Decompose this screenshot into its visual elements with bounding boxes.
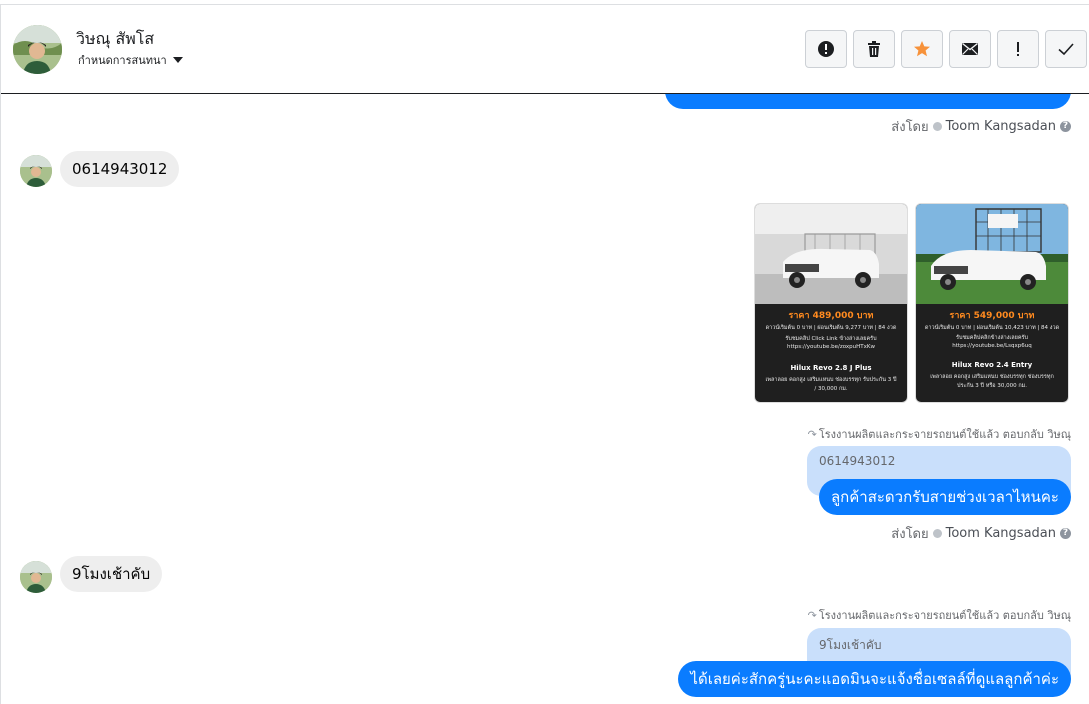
mail-icon (962, 42, 978, 55)
contact-name: วิษณุ สัพโส (76, 29, 155, 48)
car-detail-line: https://youtube.be/Lsqxp6uq (952, 343, 1032, 349)
car-photo (755, 204, 907, 304)
agent-message-bubble: ได้เลยค่ะสักครู่นะคะแอดมินจะแจ้งชื่อเซลล… (678, 661, 1071, 697)
help-icon[interactable]: ? (1060, 121, 1071, 132)
mark-unread-button[interactable] (949, 30, 991, 68)
car-image-attachment[interactable]: ราคา 549,000 บาท ดาวน์เริ่มต้น 0 บาท | ผ… (915, 203, 1069, 403)
car-detail-line: ประกัน 3 ปี หรือ 30,000 กม. (956, 383, 1028, 389)
sent-by-label: ส่งโดย Toom Kangsadan ? (891, 523, 1071, 544)
check-icon (1058, 43, 1074, 56)
agent-dot-icon (932, 122, 942, 131)
car-detail-line: https://youtube.be/zoxpuHTxKw (787, 344, 875, 350)
trash-icon (868, 41, 880, 57)
alert-circle-icon (818, 41, 834, 57)
star-icon (914, 41, 930, 57)
sent-by-prefix: ส่งโดย (891, 120, 929, 135)
car-detail-line: ดาวน์เริ่มต้น 0 บาท | ผ่อนเริ่มต้น 10,42… (924, 325, 1060, 331)
exclamation-icon (1017, 42, 1019, 56)
follow-up-button[interactable] (997, 30, 1039, 68)
car-model: Hilux Revo 2.4 Entry (951, 361, 1033, 369)
car-price: ราคา 549,000 บาท (949, 311, 1035, 321)
help-icon[interactable]: ? (1060, 528, 1071, 539)
mark-done-button[interactable] (1045, 30, 1087, 68)
car-image-attachment[interactable]: ราคา 489,000 บาท ดาวน์เริ่มต้น 0 บาท | ผ… (754, 203, 908, 403)
car-detail-line: รับชมคลิป Click Link ข้างล่างเลยครับ (785, 336, 877, 342)
customer-message-bubble: 0614943012 (60, 151, 180, 187)
customer-avatar[interactable] (20, 155, 52, 187)
contact-avatar[interactable] (13, 25, 62, 74)
mark-spam-button[interactable] (805, 30, 847, 68)
car-model: Hilux Revo 2.8 J Plus (790, 364, 872, 372)
assign-label: กำหนดการสนทนา (78, 54, 167, 67)
sent-by-prefix: ส่งโดย (891, 527, 929, 542)
customer-avatar[interactable] (20, 561, 52, 593)
car-price: ราคา 489,000 บาท (788, 311, 874, 321)
conversation-header: วิษณุ สัพโส กำหนดการสนทนา (1, 5, 1089, 94)
reply-context-text: โรงงานผลิตและกระจายรถยนต์ใช้แล้ว ตอบกลับ… (818, 428, 1071, 441)
assign-conversation-dropdown[interactable]: กำหนดการสนทนา (78, 51, 183, 69)
reply-arrow-icon: ↷ (807, 427, 817, 441)
agent-message-bubble: ลูกค้าสะดวกรับสายช่วงเวลาไหนคะ (818, 479, 1071, 515)
agent-dot-icon (932, 529, 942, 538)
sent-by-label: ส่งโดย Toom Kangsadan ? (891, 116, 1071, 137)
reply-arrow-icon: ↷ (807, 608, 817, 622)
star-button[interactable] (901, 30, 943, 68)
inbox-conversation-panel: วิษณุ สัพโส กำหนดการสนทนา ส่งโดย Toom Ka… (0, 4, 1089, 704)
car-photo (916, 204, 1068, 304)
customer-message-bubble: 9โมงเช้าคับ (60, 556, 163, 592)
car-detail-line: ดาวน์เริ่มต้น 0 บาท | ผ่อนเริ่มต้น 9,277… (765, 325, 897, 331)
car-detail-line: เพลาลอย คอกสูง เสริมแหนบ ช่องบรรทุก ช่อง… (930, 374, 1054, 380)
agent-name[interactable]: Toom Kangsadan (946, 526, 1056, 541)
chevron-down-icon (172, 57, 183, 63)
reply-context-text: โรงงานผลิตและกระจายรถยนต์ใช้แล้ว ตอบกลับ… (818, 609, 1071, 622)
reply-context-note: ↷ โรงงานผลิตและกระจายรถยนต์ใช้แล้ว ตอบกล… (808, 606, 1071, 624)
conversation-toolbar (805, 30, 1087, 68)
car-detail-line: รับชมคลิปคลิกข้างล่างเลยครับ (956, 335, 1028, 341)
reply-context-note: ↷ โรงงานผลิตและกระจายรถยนต์ใช้แล้ว ตอบกล… (808, 425, 1071, 443)
car-detail-line: เพลาลอย คอกสูง เสริมแหนบ ช่องบรรทุก รับป… (765, 377, 897, 383)
car-detail-line: / 30,000 กม. (814, 386, 848, 392)
agent-name[interactable]: Toom Kangsadan (946, 119, 1056, 134)
delete-button[interactable] (853, 30, 895, 68)
message-thread[interactable]: ส่งโดย Toom Kangsadan ? 0614943012 ราคา … (1, 73, 1089, 704)
